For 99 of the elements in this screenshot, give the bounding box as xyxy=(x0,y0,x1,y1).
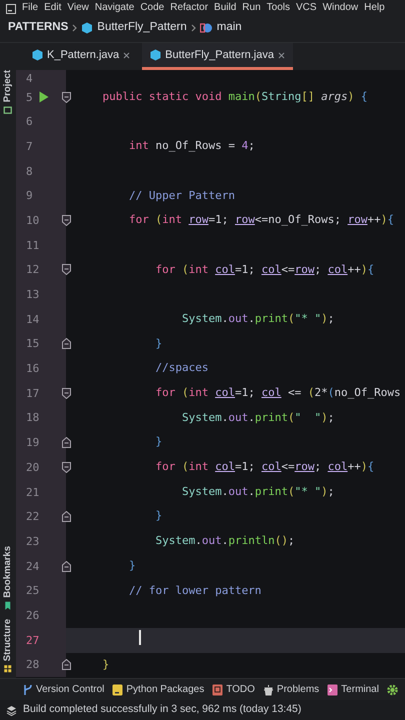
code-line: } xyxy=(101,656,110,673)
code-line: System.out.print(" "); xyxy=(180,410,334,426)
line-number: 11 xyxy=(25,238,38,252)
structure-icon xyxy=(4,664,12,674)
code-line: } xyxy=(154,434,162,450)
menu-item[interactable]: Build xyxy=(214,2,236,14)
app-logo-icon xyxy=(6,4,16,14)
fold-icon[interactable] xyxy=(62,437,70,448)
fold-icon[interactable] xyxy=(62,92,70,103)
line-number: 15 xyxy=(25,337,38,350)
code-line: // for lower pattern xyxy=(128,582,262,599)
code-line: } xyxy=(154,508,162,524)
menu-item[interactable]: Help xyxy=(364,2,385,14)
code-line: for (int col=1; col <= (2*(no_Of_Rows xyxy=(154,385,401,402)
code-line: // Upper Pattern xyxy=(128,188,235,204)
tool-window-button[interactable]: Structure xyxy=(0,618,16,674)
code-line: for (int col=1; col<=row; col++){ xyxy=(154,262,374,278)
todo-icon xyxy=(212,684,224,696)
line-number: 23 xyxy=(25,534,38,548)
line-number: 10 xyxy=(25,214,38,227)
line-number: 28 xyxy=(25,658,38,672)
code-line: } xyxy=(128,558,136,574)
line-number: 21 xyxy=(25,486,38,499)
terminal-icon xyxy=(327,684,338,696)
line-number: 24 xyxy=(25,560,38,573)
code-line: int no_Of_Rows = 4; xyxy=(128,138,255,154)
code-line: public static void main(String[] args) { xyxy=(101,88,368,105)
fold-icon[interactable] xyxy=(62,214,70,226)
tool-window-button[interactable]: Bookmarks xyxy=(0,546,16,611)
problems-icon xyxy=(262,684,274,696)
close-icon[interactable] xyxy=(123,52,130,58)
chevron-icon xyxy=(190,24,196,32)
line-number: 16 xyxy=(25,362,38,376)
fold-icon[interactable] xyxy=(62,560,70,572)
tool-window-button[interactable]: Python Packages xyxy=(112,682,204,697)
line-number: 27 xyxy=(25,634,38,647)
line-number: 25 xyxy=(25,584,38,598)
code-line: for (int col=1; col<=row; col++){ xyxy=(154,459,374,476)
file-tab[interactable]: ButterFly_Pattern.java xyxy=(142,43,293,70)
tool-window-button[interactable]: Problems xyxy=(262,682,320,697)
menu-item[interactable]: Edit xyxy=(44,2,62,14)
line-number: 8 xyxy=(25,164,34,178)
line-number: 6 xyxy=(25,115,34,128)
menu-item[interactable]: Window xyxy=(322,2,358,14)
close-icon[interactable] xyxy=(278,52,285,58)
breadcrumb-item[interactable]: ButterFly_Pattern xyxy=(97,19,187,37)
bookmark-icon xyxy=(4,600,12,611)
menu-item[interactable]: Code xyxy=(140,2,164,14)
code-line: System.out.print("* "); xyxy=(180,484,334,500)
settings-icon[interactable] xyxy=(386,684,398,696)
file-tab[interactable]: K_Pattern.java xyxy=(24,43,138,70)
layers-icon xyxy=(6,704,17,716)
line-number: 18 xyxy=(25,411,38,424)
menu-item[interactable]: Refactor xyxy=(170,2,208,14)
line-number: 14 xyxy=(25,312,38,326)
line-number: 9 xyxy=(25,189,34,202)
line-number: 19 xyxy=(25,436,38,450)
fold-icon[interactable] xyxy=(62,462,70,473)
line-number: 5 xyxy=(25,90,34,104)
branch-icon xyxy=(22,684,33,696)
class-icon xyxy=(81,22,94,34)
line-number: 4 xyxy=(25,72,34,85)
code-line: System.out.print("* "); xyxy=(180,310,334,327)
fold-icon[interactable] xyxy=(62,659,70,670)
line-number: 12 xyxy=(25,263,38,276)
menu-item[interactable]: Run xyxy=(242,2,261,14)
menu-item[interactable]: VCS xyxy=(296,2,317,14)
line-number: 22 xyxy=(25,510,38,524)
class-icon xyxy=(150,49,162,61)
code-line: System.out.println(); xyxy=(154,533,295,550)
line-number: 13 xyxy=(25,288,38,302)
code-line: } xyxy=(154,336,162,352)
class-icon xyxy=(32,49,43,61)
tool-window-button[interactable]: Version Control xyxy=(22,682,104,697)
fold-icon[interactable] xyxy=(62,388,70,399)
menu-item[interactable]: Tools xyxy=(266,2,290,14)
line-number: 26 xyxy=(25,608,38,622)
fold-icon[interactable] xyxy=(62,338,70,350)
status-message: Build completed successfully in 3 sec, 962 ms (today 13:45) xyxy=(23,702,302,718)
run-icon[interactable] xyxy=(39,91,49,104)
tool-window-button[interactable]: Project xyxy=(0,70,16,116)
line-number: 17 xyxy=(25,386,38,400)
menu-item[interactable]: File xyxy=(22,2,38,14)
fold-icon[interactable] xyxy=(62,264,70,276)
fold-icon[interactable] xyxy=(62,511,70,522)
tool-window-button[interactable]: TODO xyxy=(212,682,255,697)
chevron-icon xyxy=(72,24,78,32)
menu-item[interactable]: Navigate xyxy=(94,2,134,14)
code-line: //spaces xyxy=(154,360,208,376)
package-icon xyxy=(112,684,124,696)
folder-icon xyxy=(4,105,12,116)
breadcrumb-item[interactable]: main xyxy=(216,19,242,37)
method-icon xyxy=(200,22,213,34)
menu-item[interactable]: View xyxy=(67,2,89,14)
code-line: for (int row=1; row<=no_Of_Rows; row++){ xyxy=(128,212,394,228)
line-number: 7 xyxy=(25,140,34,153)
tool-window-button[interactable]: Terminal xyxy=(327,682,379,697)
breadcrumb-item[interactable]: PATTERNS xyxy=(8,19,68,37)
line-number: 20 xyxy=(25,460,38,474)
